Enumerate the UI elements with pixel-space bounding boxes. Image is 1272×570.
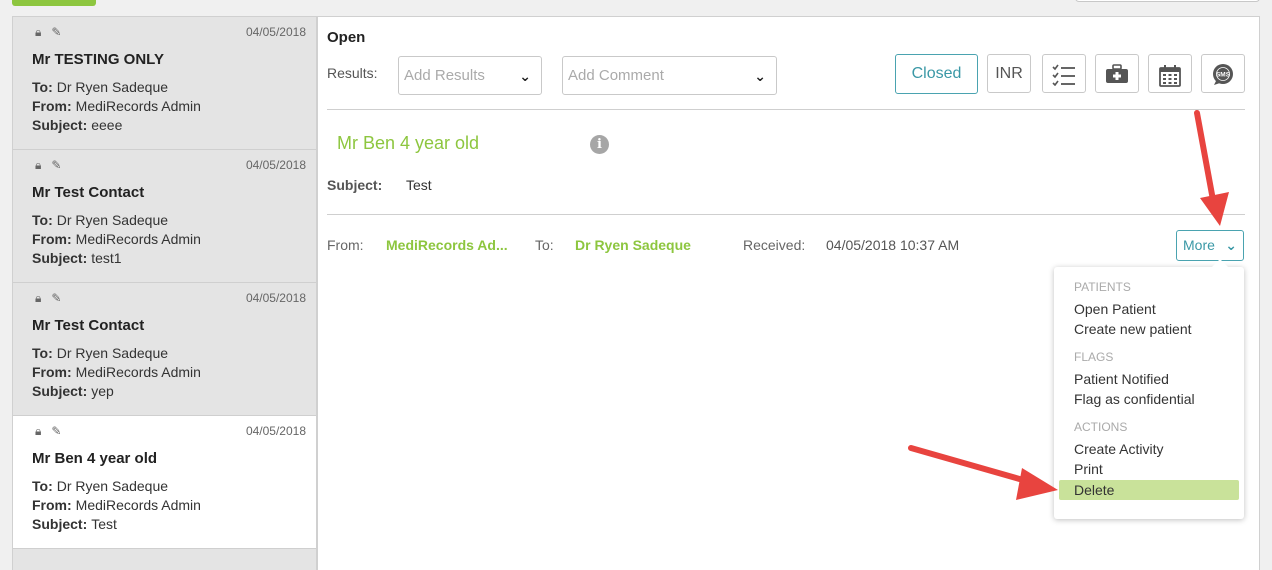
to-link[interactable]: Dr Ryen Sadeque — [575, 237, 691, 253]
lock-icon: 🔒︎ — [35, 158, 42, 172]
comment-placeholder: Add Comment — [568, 67, 664, 84]
subject-label: Subject: — [32, 383, 88, 399]
message-from: MediRecords Admin — [75, 98, 201, 114]
message-to: Dr Ryen Sadeque — [56, 79, 169, 95]
message-date: 04/05/2018 — [245, 424, 306, 438]
lock-icon: 🔒︎ — [35, 291, 42, 305]
menu-item-flag-confidential[interactable]: Flag as confidential — [1074, 391, 1195, 407]
lock-icon: 🔒︎ — [35, 25, 42, 39]
from-link[interactable]: MediRecords Ad... — [386, 237, 508, 253]
menu-item-print[interactable]: Print — [1074, 461, 1103, 477]
message-patient-name: Mr Test Contact — [32, 317, 145, 334]
more-button[interactable]: More ⌄ — [1176, 230, 1244, 261]
to-label: To: — [32, 478, 53, 494]
message-patient-name: Mr Ben 4 year old — [32, 450, 158, 467]
message-to: Dr Ryen Sadeque — [56, 212, 169, 228]
checklist-button[interactable] — [1042, 54, 1086, 93]
inr-button[interactable]: INR — [987, 54, 1031, 93]
to-label: To: — [535, 237, 554, 253]
message-item-selected[interactable]: 🔒︎ ✎ 04/05/2018 Mr Ben 4 year old To: Dr R… — [13, 416, 316, 549]
from-label: From: — [32, 98, 72, 114]
calendar-button[interactable] — [1148, 54, 1192, 93]
menu-header-patients: PATIENTS — [1074, 280, 1131, 294]
message-subject: eeee — [91, 117, 123, 133]
from-label: From: — [32, 364, 72, 380]
menu-item-delete[interactable]: Delete — [1059, 480, 1239, 500]
results-label: Results: — [327, 65, 378, 81]
to-label: To: — [32, 212, 53, 228]
from-label: From: — [32, 231, 72, 247]
subject-label: Subject: — [32, 250, 88, 266]
lock-icon: 🔒︎ — [35, 424, 42, 438]
chevron-down-icon: ⌄ — [754, 68, 766, 84]
message-to: Dr Ryen Sadeque — [56, 478, 169, 494]
subject-label: Subject: — [32, 516, 88, 532]
top-right-control[interactable] — [1075, 0, 1260, 2]
message-date: 04/05/2018 — [245, 25, 306, 39]
message-date: 04/05/2018 — [245, 291, 306, 305]
info-icon[interactable]: i — [590, 135, 609, 154]
checklist-icon — [1052, 64, 1075, 87]
calendar-icon — [1159, 65, 1181, 87]
medical-kit-icon — [1106, 64, 1128, 83]
results-select[interactable]: Add Results ⌄ — [398, 56, 542, 95]
results-placeholder: Add Results — [404, 67, 485, 84]
menu-item-create-activity[interactable]: Create Activity — [1074, 441, 1163, 457]
message-subject: Test — [91, 516, 117, 532]
note-icon: ✎ — [51, 25, 62, 39]
closed-button[interactable]: Closed — [895, 54, 978, 94]
svg-text:SMS: SMS — [1216, 72, 1231, 79]
patient-name-link[interactable]: Mr Ben 4 year old — [337, 133, 479, 154]
from-label: From: — [32, 497, 72, 513]
menu-item-open-patient[interactable]: Open Patient — [1074, 301, 1156, 317]
divider — [327, 109, 1245, 110]
chevron-down-icon: ⌄ — [1225, 237, 1237, 253]
sms-icon: SMS — [1213, 64, 1233, 85]
divider — [327, 214, 1245, 215]
more-label: More — [1183, 237, 1215, 253]
message-from: MediRecords Admin — [75, 364, 201, 380]
note-icon: ✎ — [51, 291, 62, 305]
message-list: 🔒︎ ✎ 04/05/2018 Mr TESTING ONLY To: Dr Rye… — [12, 16, 317, 570]
menu-item-create-patient[interactable]: Create new patient — [1074, 321, 1192, 337]
message-patient-name: Mr Test Contact — [32, 184, 145, 201]
top-green-button[interactable] — [12, 0, 96, 6]
subject-label: Subject: — [32, 117, 88, 133]
to-label: To: — [32, 79, 53, 95]
received-label: Received: — [743, 237, 806, 253]
received-value: 04/05/2018 10:37 AM — [826, 237, 960, 253]
subject-label: Subject: — [327, 177, 383, 193]
message-subject: test1 — [91, 250, 122, 266]
note-icon: ✎ — [51, 158, 62, 172]
message-date: 04/05/2018 — [245, 158, 306, 172]
chevron-down-icon: ⌄ — [519, 68, 531, 84]
message-from: MediRecords Admin — [75, 231, 201, 247]
status-title: Open — [327, 29, 366, 46]
medical-kit-button[interactable] — [1095, 54, 1139, 93]
menu-item-patient-notified[interactable]: Patient Notified — [1074, 371, 1169, 387]
message-subject: yep — [91, 383, 114, 399]
message-item[interactable]: 🔒︎ ✎ 04/05/2018 Mr TESTING ONLY To: Dr Rye… — [13, 17, 316, 150]
message-item[interactable]: 🔒︎ ✎ 04/05/2018 Mr Test Contact To: Dr Rye… — [13, 150, 316, 283]
message-from: MediRecords Admin — [75, 497, 201, 513]
to-label: To: — [32, 345, 53, 361]
menu-header-actions: ACTIONS — [1074, 420, 1128, 434]
menu-header-flags: FLAGS — [1074, 350, 1114, 364]
comment-select[interactable]: Add Comment ⌄ — [562, 56, 777, 95]
message-to: Dr Ryen Sadeque — [56, 345, 169, 361]
sms-button[interactable]: SMS — [1201, 54, 1245, 93]
message-item[interactable]: 🔒︎ ✎ 04/05/2018 Mr Test Contact To: Dr Rye… — [13, 283, 316, 416]
subject-value: Test — [406, 177, 432, 193]
note-icon: ✎ — [51, 424, 62, 438]
from-label: From: — [327, 237, 364, 253]
more-dropdown-menu: PATIENTS Open Patient Create new patient… — [1054, 259, 1244, 519]
message-patient-name: Mr TESTING ONLY — [32, 51, 164, 68]
